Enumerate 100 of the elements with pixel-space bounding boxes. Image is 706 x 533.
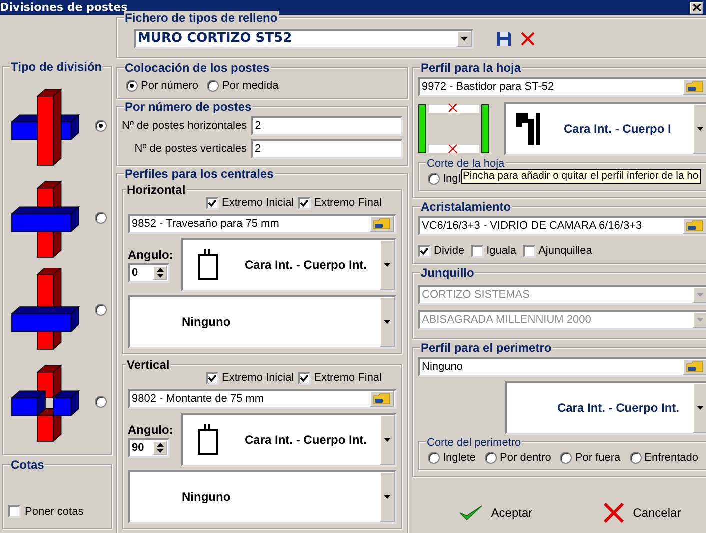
group-title: Cotas xyxy=(10,458,46,472)
radio-label: Por fuera xyxy=(575,452,621,464)
radio-label: Inglete xyxy=(443,452,476,464)
profile-face-dropdown[interactable]: Cara Int. - Cuerpo Int. xyxy=(505,381,706,435)
window-title: Divisiones de postes xyxy=(0,1,128,14)
checkbox-label: Divide xyxy=(434,245,465,257)
radio-label: Enfrentado xyxy=(644,452,698,464)
checkbox[interactable] xyxy=(522,244,536,258)
glazing-field[interactable]: VC6/16/3+3 - VIDRIO DE CAMARA 6/16/3+3 xyxy=(418,216,706,236)
fill-type-select[interactable]: MURO CORTIZO ST52 xyxy=(134,29,474,49)
radio-label: Por medida xyxy=(222,80,279,92)
group-title: Junquillo xyxy=(420,266,476,280)
checkbox-label: Extremo Final xyxy=(314,372,382,384)
group-title: Perfiles para los centrales xyxy=(124,167,275,181)
caret-icon xyxy=(697,127,704,131)
radio-label: Por dentro xyxy=(500,452,552,464)
caret-icon xyxy=(461,37,468,41)
browse-button[interactable] xyxy=(683,79,706,95)
spin-button[interactable] xyxy=(153,266,167,280)
checkbox[interactable] xyxy=(470,244,484,258)
spin-button[interactable] xyxy=(153,440,167,454)
profile-face-dropdown[interactable]: Cara Int. - Cuerpo I xyxy=(504,102,706,156)
profile-face-dropdown[interactable]: Cara Int. - Cuerpo Int. xyxy=(181,413,397,467)
profile-field[interactable]: Ninguno xyxy=(418,357,706,377)
radio-button[interactable] xyxy=(95,120,107,132)
group-title: Colocación de los postes xyxy=(124,61,271,75)
profile-dropdown[interactable]: Ninguno xyxy=(128,470,397,524)
radio-button[interactable] xyxy=(95,212,107,224)
radio-button[interactable] xyxy=(630,452,642,464)
group-title: Tipo de división xyxy=(10,60,104,74)
profile-face-dropdown[interactable]: Cara Int. - Cuerpo Int. xyxy=(181,238,397,292)
browse-button[interactable] xyxy=(370,391,394,407)
close-icon xyxy=(692,4,700,11)
profile-field[interactable]: 9972 - Bastidor para ST-52 xyxy=(418,77,706,97)
browse-button[interactable] xyxy=(683,218,706,234)
group-title: Vertical xyxy=(126,358,171,372)
radio-button[interactable] xyxy=(95,304,107,316)
dropdown-button[interactable] xyxy=(457,31,472,47)
up-down-arrows-icon xyxy=(156,266,164,278)
group-title: Perfil para la hoja xyxy=(420,61,522,75)
radio-button[interactable] xyxy=(95,396,107,408)
radio-button[interactable] xyxy=(560,452,572,464)
folder-icon xyxy=(373,218,391,230)
checkbox[interactable] xyxy=(206,372,219,384)
profile-field[interactable]: 9802 - Montante de 75 mm xyxy=(128,389,397,409)
delete-button[interactable] xyxy=(520,31,536,47)
group-title: Fichero de tipos de relleno xyxy=(124,11,279,25)
cross-bars-drawing[interactable] xyxy=(10,268,83,352)
browse-button[interactable] xyxy=(370,216,394,232)
radio-button[interactable] xyxy=(428,173,440,185)
dropdown-button[interactable] xyxy=(693,383,706,433)
checkbox-label: Iguala xyxy=(486,245,517,257)
checkbox[interactable] xyxy=(418,244,431,258)
group-title: Horizontal xyxy=(126,183,187,197)
angle-field[interactable]: 90 xyxy=(128,438,170,458)
checkbox-label: Extremo Inicial xyxy=(222,197,294,209)
folder-icon xyxy=(686,361,704,373)
profile-field[interactable]: 9852 - Travesaño para 75 mm xyxy=(128,214,397,234)
angle-field[interactable]: 0 xyxy=(128,262,170,282)
caret-icon xyxy=(697,406,704,410)
radio-label: Por número xyxy=(141,80,198,92)
checkbox[interactable] xyxy=(298,372,312,384)
up-down-arrows-icon xyxy=(156,442,164,454)
caret-icon xyxy=(697,293,704,297)
checkbox[interactable] xyxy=(206,196,219,210)
close-button[interactable] xyxy=(690,2,703,14)
radio-label: Ingl xyxy=(443,173,461,185)
group-title: Perfil para el perimetro xyxy=(420,341,553,355)
frame-sides-drawing[interactable] xyxy=(418,103,490,155)
radio-button[interactable] xyxy=(126,80,138,92)
group-title: Corte del perimetro xyxy=(426,436,522,450)
checkbox-label: Ajunquillea xyxy=(538,245,592,257)
caret-icon xyxy=(697,318,704,322)
checkbox-label: Extremo Inicial xyxy=(222,372,294,384)
caret-icon xyxy=(384,320,391,324)
browse-button[interactable] xyxy=(683,359,706,375)
checkbox-label: Poner cotas xyxy=(25,506,84,518)
checkbox[interactable] xyxy=(298,196,312,210)
checkbox-label: Extremo Final xyxy=(314,197,382,209)
save-button[interactable] xyxy=(496,31,512,47)
field-label: Nº de postes horizontales xyxy=(122,120,248,132)
cancel-button[interactable]: Cancelar xyxy=(597,501,688,525)
group-title: Acristalamiento xyxy=(420,200,512,214)
tooltip: Pincha para añadir o quitar el perfil inferior de la ho xyxy=(461,169,701,184)
dropdown-button[interactable] xyxy=(693,104,706,154)
angle-label: Angulo: xyxy=(128,422,174,436)
profile-dropdown[interactable]: Ninguno xyxy=(128,295,397,349)
radio-button[interactable] xyxy=(207,80,220,92)
caret-icon xyxy=(384,495,391,499)
accept-button[interactable]: Aceptar xyxy=(453,501,539,525)
caret-icon xyxy=(384,263,391,267)
group-title: Por número de postes xyxy=(124,100,253,114)
folder-icon xyxy=(686,81,704,93)
text-field[interactable]: 2 xyxy=(251,139,403,159)
delete-icon xyxy=(520,31,536,47)
checkbox[interactable] xyxy=(8,505,21,518)
text-field[interactable]: 2 xyxy=(251,116,403,136)
radio-button[interactable] xyxy=(428,452,440,464)
folder-icon xyxy=(686,220,704,232)
radio-button[interactable] xyxy=(485,452,498,464)
